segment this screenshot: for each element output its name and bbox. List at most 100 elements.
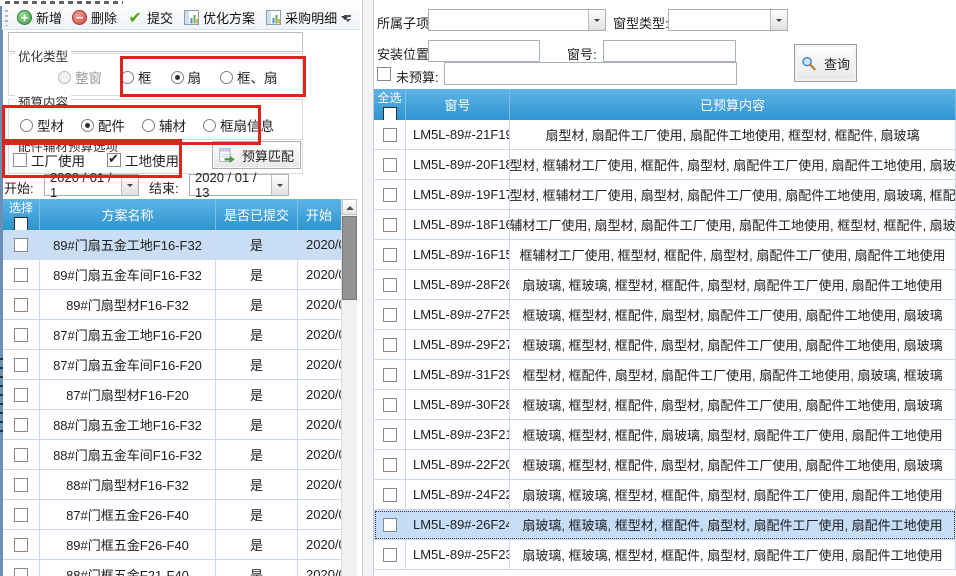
row-checkbox[interactable] — [383, 518, 397, 532]
plan-row[interactable]: 88#门扇五金车间F16-F32是2020/0 — [3, 440, 357, 470]
window-row[interactable]: LM5L-89#-16F15框辅材工厂使用, 框型材, 框配件, 扇型材, 扇配… — [374, 240, 956, 270]
toolbar-button[interactable]: 优化方案 — [178, 6, 260, 29]
row-checkbox[interactable] — [14, 238, 28, 252]
row-checkbox[interactable] — [383, 278, 397, 292]
row-checkbox[interactable] — [383, 338, 397, 352]
radio-icon[interactable] — [20, 119, 33, 132]
sub-item-dropdown-icon[interactable] — [588, 10, 605, 30]
select-all-windows-checkbox[interactable] — [383, 107, 397, 121]
row-checkbox[interactable] — [383, 488, 397, 502]
plan-row[interactable]: 89#门扇五金车间F16-F32是2020/0 — [3, 260, 357, 290]
window-row[interactable]: LM5L-89#-23F21框玻璃, 框型材, 框配件, 扇玻璃, 扇型材, 扇… — [374, 420, 956, 450]
no-budget-input[interactable] — [444, 62, 737, 85]
checkbox-icon[interactable] — [107, 153, 121, 167]
win-type-dropdown-icon[interactable] — [770, 10, 787, 30]
no-budget-checkbox[interactable] — [377, 67, 391, 81]
toolbar-overflow-button[interactable] — [340, 11, 355, 28]
row-checkbox[interactable] — [14, 448, 28, 462]
install-pos-input[interactable] — [428, 40, 540, 62]
win-type-combobox[interactable] — [668, 9, 788, 31]
row-checkbox[interactable] — [14, 508, 28, 522]
radio-icon[interactable] — [171, 71, 184, 84]
window-row[interactable]: LM5L-89#-25F23扇玻璃, 框玻璃, 框型材, 框配件, 扇型材, 扇… — [374, 540, 956, 570]
row-checkbox[interactable] — [383, 458, 397, 472]
checkbox-icon[interactable] — [13, 153, 27, 167]
budget-match-button[interactable]: 预算匹配 — [212, 141, 301, 169]
radio-option[interactable]: 框、扇 — [220, 67, 278, 87]
toolbar-button[interactable]: ✔提交 — [122, 6, 178, 29]
radio-icon[interactable] — [142, 119, 155, 132]
plan-row[interactable]: 87#门扇五金工地F16-F20是2020/0 — [3, 320, 357, 350]
row-checkbox[interactable] — [383, 218, 397, 232]
plan-row[interactable]: 88#门框五金F21-F40是2020/0 — [3, 560, 357, 576]
row-checkbox[interactable] — [383, 368, 397, 382]
plan-row[interactable]: 88#门扇型材F16-F32是2020/0 — [3, 470, 357, 500]
radio-option[interactable]: 扇 — [171, 67, 202, 87]
row-checkbox[interactable] — [383, 248, 397, 262]
row-checkbox[interactable] — [383, 398, 397, 412]
radio-icon[interactable] — [81, 119, 94, 132]
plan-row[interactable]: 87#门框五金F26-F40是2020/0 — [3, 500, 357, 530]
date-end-picker[interactable]: 2020 / 01 / 13 — [189, 174, 289, 196]
plan-row[interactable]: 89#门框五金F26-F40是2020/0 — [3, 530, 357, 560]
radio-option[interactable]: 配件 — [81, 115, 125, 135]
row-checkbox[interactable] — [14, 388, 28, 402]
window-row[interactable]: LM5L-89#-31F29框型材, 框配件, 扇型材, 扇配件工厂使用, 扇配… — [374, 360, 956, 390]
row-checkbox[interactable] — [14, 268, 28, 282]
column-header-select[interactable]: 选择 — [3, 199, 40, 230]
column-header-plan-name[interactable]: 方案名称 — [40, 199, 216, 230]
win-no-input[interactable] — [603, 40, 736, 62]
row-checkbox[interactable] — [14, 358, 28, 372]
column-header-budgeted[interactable]: 已预算内容 — [510, 89, 956, 120]
plan-table-scrollbar[interactable] — [341, 199, 357, 576]
plan-row[interactable]: 87#门扇型材F16-F20是2020/0 — [3, 380, 357, 410]
select-all-plans-checkbox[interactable] — [14, 217, 28, 231]
window-row[interactable]: LM5L-89#-26F24扇玻璃, 框玻璃, 框型材, 框配件, 扇型材, 扇… — [374, 510, 956, 540]
radio-option[interactable]: 型材 — [20, 115, 64, 135]
window-row[interactable]: LM5L-89#-27F25框玻璃, 框型材, 框配件, 扇型材, 扇配件工厂使… — [374, 300, 956, 330]
toolbar-button[interactable]: +新增 — [12, 6, 67, 29]
row-checkbox[interactable] — [383, 158, 397, 172]
row-checkbox[interactable] — [14, 418, 28, 432]
date-start-picker[interactable]: 2020 / 01 / 1 — [44, 174, 139, 196]
row-checkbox[interactable] — [14, 298, 28, 312]
plan-row[interactable]: 89#门扇型材F16-F32是2020/0 — [3, 290, 357, 320]
window-row[interactable]: LM5L-89#-29F27框玻璃, 框型材, 框配件, 扇型材, 扇配件工厂使… — [374, 330, 956, 360]
row-checkbox[interactable] — [383, 428, 397, 442]
radio-icon[interactable] — [121, 71, 134, 84]
radio-option[interactable]: 框 — [121, 67, 152, 87]
radio-icon[interactable] — [203, 119, 216, 132]
radio-icon[interactable] — [220, 71, 233, 84]
plan-row[interactable]: 87#门扇五金车间F16-F20是2020/0 — [3, 350, 357, 380]
date-start-dropdown-icon[interactable] — [121, 175, 138, 195]
row-checkbox[interactable] — [14, 328, 28, 342]
column-header-select-all[interactable]: 全选 — [374, 89, 406, 120]
row-checkbox[interactable] — [383, 188, 397, 202]
checkbox-option[interactable]: 工地使用 — [107, 150, 179, 170]
window-row[interactable]: LM5L-89#-18F16框辅材工厂使用, 扇型材, 扇配件工厂使用, 扇配件… — [374, 210, 956, 240]
column-header-win-no[interactable]: 窗号 — [406, 89, 510, 120]
query-button[interactable]: 查询 — [794, 44, 857, 82]
panel-splitter[interactable] — [362, 0, 374, 576]
row-checkbox[interactable] — [383, 128, 397, 142]
row-checkbox[interactable] — [383, 548, 397, 562]
column-header-submitted[interactable]: 是否已提交 — [216, 199, 298, 230]
radio-option[interactable]: 辅材 — [142, 115, 186, 135]
toolbar-grip[interactable] — [5, 10, 8, 26]
window-row[interactable]: LM5L-89#-24F22扇玻璃, 框玻璃, 框型材, 框配件, 扇型材, 扇… — [374, 480, 956, 510]
plan-row[interactable]: 88#门扇五金工地F16-F32是2020/0 — [3, 410, 357, 440]
plan-row[interactable]: 89#门扇五金工地F16-F32是2020/0 — [3, 230, 357, 260]
sub-item-combobox[interactable] — [428, 9, 606, 31]
date-end-dropdown-icon[interactable] — [271, 175, 288, 195]
window-row[interactable]: LM5L-89#-21F19扇型材, 扇配件工厂使用, 扇配件工地使用, 框型材… — [374, 120, 956, 150]
checkbox-option[interactable]: 工厂使用 — [13, 150, 85, 170]
radio-option[interactable]: 框扇信息 — [203, 115, 274, 135]
window-row[interactable]: LM5L-89#-28F26扇玻璃, 框玻璃, 框型材, 框配件, 扇型材, 扇… — [374, 270, 956, 300]
row-checkbox[interactable] — [14, 478, 28, 492]
row-checkbox[interactable] — [14, 538, 28, 552]
window-row[interactable]: LM5L-89#-30F28框玻璃, 框型材, 框配件, 扇型材, 扇配件工厂使… — [374, 390, 956, 420]
row-checkbox[interactable] — [14, 568, 28, 576]
window-row[interactable]: LM5L-89#-20F18框型材, 框辅材工厂使用, 框配件, 扇型材, 扇配… — [374, 150, 956, 180]
window-row[interactable]: LM5L-89#-22F20框玻璃, 框型材, 框配件, 扇型材, 扇配件工厂使… — [374, 450, 956, 480]
scrollbar-up-icon[interactable] — [342, 199, 357, 215]
